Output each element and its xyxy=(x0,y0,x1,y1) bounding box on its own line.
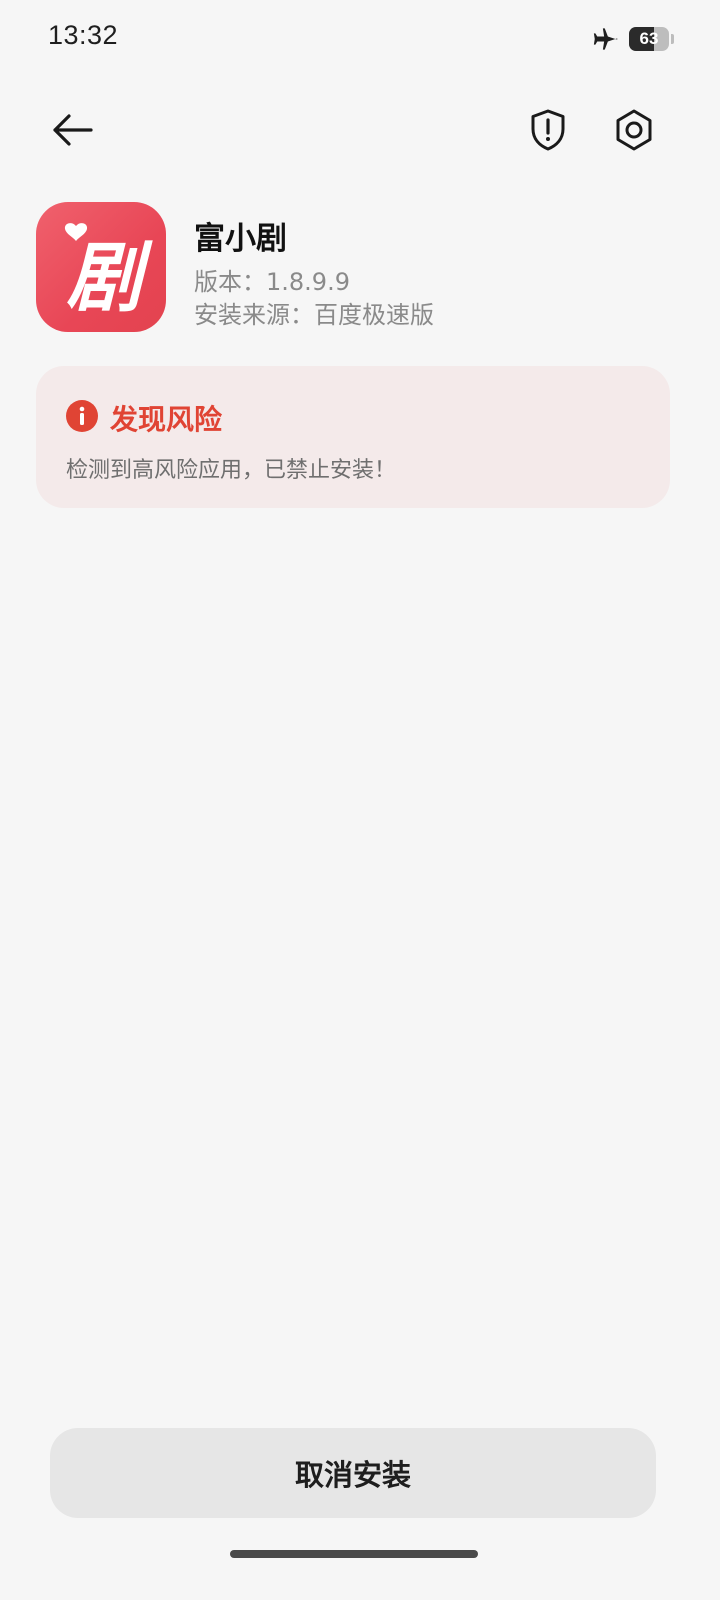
risk-description: 检测到高风险应用，已禁止安装！ xyxy=(66,458,397,483)
home-indicator[interactable] xyxy=(230,1550,478,1558)
app-version: 版本：1.8.9.9 xyxy=(194,268,350,296)
back-button[interactable] xyxy=(42,100,102,160)
security-shield-button[interactable] xyxy=(518,100,578,160)
install-blocked-screen: 13:32 63 剧 富小剧 版本：1.8.9.9 安装来源：百度极速版 发现风… xyxy=(0,0,720,1600)
app-icon-glyph: 剧 xyxy=(66,233,153,322)
battery-level: 63 xyxy=(639,29,659,48)
install-source: 安装来源：百度极速版 xyxy=(194,301,434,329)
battery-indicator: 63 xyxy=(629,27,669,51)
app-name: 富小剧 xyxy=(194,221,287,257)
airplane-icon xyxy=(593,28,618,50)
shield-alert-icon xyxy=(531,109,565,151)
settings-button[interactable] xyxy=(604,100,664,160)
settings-gear-icon xyxy=(616,109,652,151)
app-logo: 剧 xyxy=(64,223,153,322)
cancel-install-button[interactable]: 取消安装 xyxy=(50,1428,656,1518)
status-icons: 63 xyxy=(591,24,674,54)
risk-warning-card: 发现风险 检测到高风险应用，已禁止安装！ xyxy=(36,366,670,508)
status-time: 13:32 xyxy=(48,20,119,50)
arrow-left-icon xyxy=(53,114,93,146)
risk-title: 发现风险 xyxy=(110,403,223,436)
warning-info-icon xyxy=(66,400,98,432)
battery-tip xyxy=(671,34,674,44)
app-icon: 剧 xyxy=(36,202,166,332)
